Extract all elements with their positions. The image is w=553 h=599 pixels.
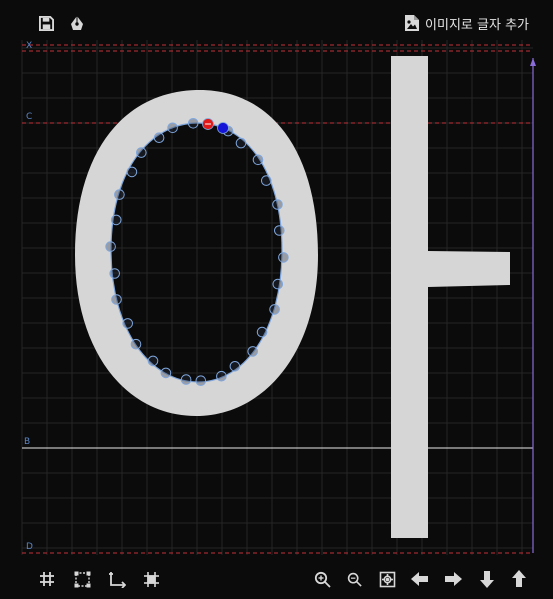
glyph-editor-canvas[interactable]: X C B D	[0, 0, 553, 599]
contour-point[interactable]	[160, 367, 172, 379]
axis-icon	[109, 571, 126, 588]
guide-b-label: B	[24, 437, 30, 447]
glyph-shape[interactable]	[75, 56, 510, 538]
contour-point[interactable]	[153, 132, 165, 143]
save-icon	[38, 15, 54, 31]
contour-point[interactable]	[216, 370, 227, 382]
contour-point[interactable]	[110, 214, 122, 226]
move-up-button[interactable]	[508, 568, 530, 590]
guide-d-label: D	[26, 542, 33, 552]
fit-view-icon	[379, 571, 395, 587]
contour-point[interactable]	[269, 304, 280, 315]
contour-point[interactable]	[114, 189, 125, 200]
pen-nib-icon	[71, 15, 83, 30]
grid-toggle-button[interactable]	[36, 568, 58, 590]
zoom-out-button[interactable]	[343, 568, 365, 590]
contour-point[interactable]	[235, 137, 247, 149]
contour-point[interactable]	[272, 278, 284, 290]
bottom-toolbar	[0, 560, 553, 599]
contour-point[interactable]	[261, 175, 272, 186]
top-toolbar: 이미지로 글자 추가	[0, 0, 553, 44]
guide-c-label: C	[26, 112, 32, 122]
zoom-in-icon	[314, 571, 331, 588]
contour-point[interactable]	[278, 252, 289, 263]
contour-point[interactable]	[130, 338, 142, 350]
contour-point[interactable]	[126, 166, 138, 178]
bounding-box-button[interactable]	[71, 568, 93, 590]
contour-point[interactable]	[187, 118, 199, 129]
contour-point[interactable]	[122, 318, 133, 329]
contour-point[interactable]	[109, 268, 120, 279]
axis-toggle-button[interactable]	[106, 568, 128, 590]
contour-point[interactable]	[252, 154, 264, 166]
advance-width-handle[interactable]	[530, 58, 536, 66]
image-file-icon	[405, 15, 420, 31]
zoom-in-button[interactable]	[311, 568, 333, 590]
contour-point[interactable]	[256, 326, 268, 338]
move-right-button[interactable]	[442, 568, 464, 590]
fit-view-button[interactable]	[376, 568, 398, 590]
selected-point[interactable]	[217, 122, 229, 134]
arrow-up-icon	[512, 570, 526, 587]
grid-snap-icon	[143, 571, 159, 587]
horizontal-branch[interactable]	[428, 251, 510, 287]
contour-point[interactable]	[105, 241, 116, 252]
contour-point[interactable]	[167, 122, 178, 134]
move-left-button[interactable]	[409, 568, 431, 590]
contour-point[interactable]	[247, 346, 258, 357]
save-button[interactable]	[36, 13, 56, 33]
vertical-stem[interactable]	[391, 56, 428, 538]
arrow-down-icon	[480, 571, 494, 588]
contour-point[interactable]	[180, 374, 192, 385]
move-down-button[interactable]	[476, 568, 498, 590]
add-image-label: 이미지로 글자 추가	[425, 17, 529, 33]
arrow-right-icon	[445, 572, 462, 586]
arrow-left-icon	[411, 572, 428, 586]
contour-point[interactable]	[136, 147, 147, 158]
contour-point[interactable]	[274, 225, 285, 236]
grid-icon	[40, 572, 54, 586]
zoom-out-icon	[347, 572, 362, 587]
contour-point[interactable]	[272, 199, 283, 210]
contour-point[interactable]	[147, 355, 159, 367]
contour-point[interactable]	[111, 294, 122, 305]
add-glyph-from-image-button[interactable]: 이미지로 글자 추가	[404, 12, 529, 34]
grid-snap-button[interactable]	[140, 568, 162, 590]
select-box-icon	[74, 571, 90, 587]
contour-point[interactable]	[195, 375, 207, 387]
pen-tool-button[interactable]	[67, 13, 87, 33]
contour-point[interactable]	[229, 361, 241, 372]
